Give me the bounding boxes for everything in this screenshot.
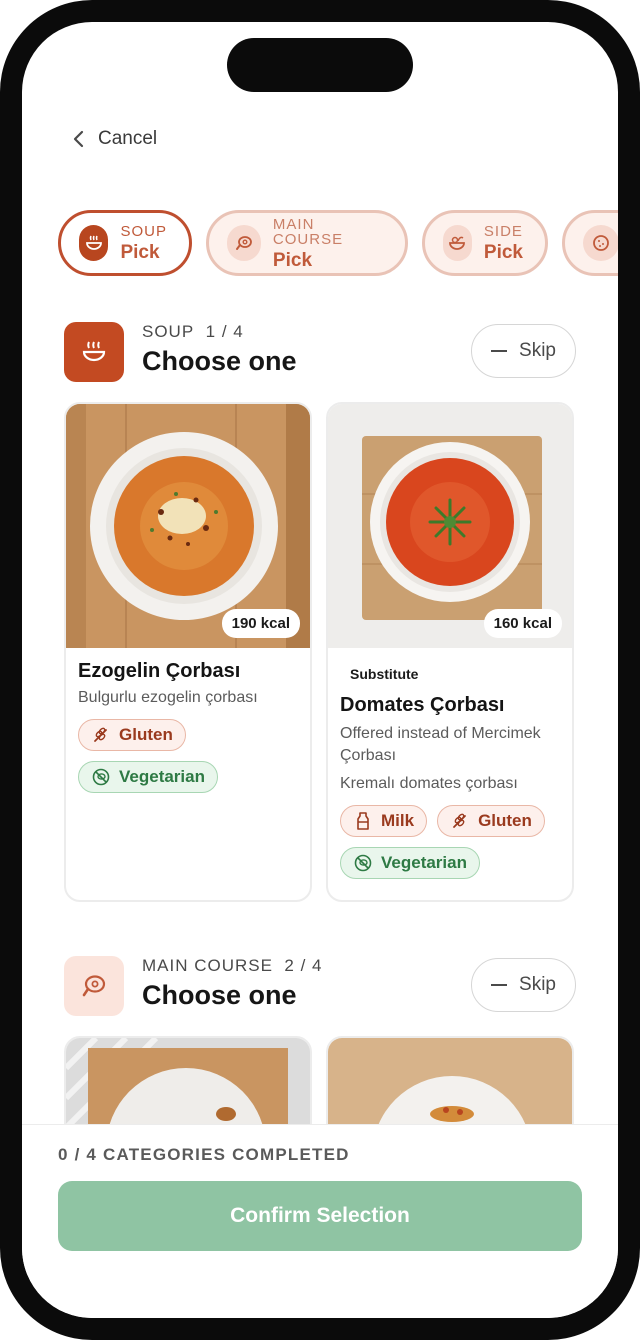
cookie-icon bbox=[583, 225, 618, 261]
allergen-tag: Gluten bbox=[78, 719, 186, 751]
dish-name: Ezogelin Çorbası bbox=[78, 660, 241, 682]
wheat-icon bbox=[453, 813, 466, 828]
section-progress: 2 / 4 bbox=[284, 956, 323, 975]
meat-icon bbox=[227, 225, 261, 261]
category-name: SOUP bbox=[120, 223, 167, 240]
wheat-icon bbox=[94, 727, 107, 742]
skip-label: Skip bbox=[519, 974, 556, 995]
skip-button[interactable]: Skip bbox=[471, 958, 576, 1012]
minus-icon bbox=[491, 350, 508, 352]
dish-description: Bulgurlu ezogelin çorbası bbox=[78, 689, 258, 706]
allergen-tag: Gluten bbox=[437, 805, 545, 837]
tag-label: Vegetarian bbox=[381, 853, 467, 872]
category-tabs: SOUP Pick MAIN COURSE Pick SIDE Pick bbox=[58, 210, 618, 276]
tag-label: Milk bbox=[381, 811, 415, 830]
dish-card[interactable]: 160 kcal Substitute Domates Çorbası Offe… bbox=[326, 402, 574, 902]
category-tab-soup[interactable]: SOUP Pick bbox=[58, 210, 192, 276]
phone-frame: Cancel SOUP Pick MAIN COURSE Pick SIDE P… bbox=[0, 0, 640, 1340]
cancel-button[interactable]: Cancel bbox=[72, 128, 157, 150]
category-value: Pick bbox=[120, 242, 160, 263]
category-value: Pick bbox=[483, 242, 523, 263]
dynamic-island bbox=[227, 38, 413, 92]
soup-bowl-icon bbox=[64, 322, 124, 382]
no-meat-icon bbox=[354, 854, 372, 872]
diet-tag: Vegetarian bbox=[340, 847, 480, 879]
section-category: SOUP bbox=[142, 322, 195, 341]
kcal-badge: 190 kcal bbox=[221, 609, 300, 638]
no-meat-icon bbox=[92, 768, 110, 786]
cancel-label: Cancel bbox=[98, 128, 158, 149]
completion-progress: 0 / 4 CATEGORIES COMPLETED bbox=[58, 1145, 350, 1164]
section-title: Choose one bbox=[142, 346, 297, 376]
substitute-note: Offered instead of Mercimek Çorbası bbox=[340, 725, 541, 764]
dish-photo: 190 kcal bbox=[66, 404, 310, 648]
skip-button[interactable]: Skip bbox=[471, 324, 576, 378]
soup-section-header: SOUP 1 / 4 Choose one Skip bbox=[64, 322, 576, 384]
section-category: MAIN COURSE bbox=[142, 956, 273, 975]
category-tab-side[interactable]: SIDE Pick bbox=[422, 210, 548, 276]
category-name: MAIN COURSE bbox=[272, 215, 344, 248]
section-title: Choose one bbox=[142, 980, 297, 1010]
confirm-selection-button[interactable]: Confirm Selection bbox=[58, 1181, 582, 1251]
main-course-section-header: MAIN COURSE 2 / 4 Choose one Skip bbox=[64, 956, 576, 1018]
diet-tag: Vegetarian bbox=[78, 761, 218, 793]
minus-icon bbox=[491, 984, 508, 986]
section-meta: MAIN COURSE 2 / 4 bbox=[142, 956, 323, 976]
section-meta: SOUP 1 / 4 bbox=[142, 322, 244, 342]
dish-tags: Gluten Vegetarian bbox=[78, 719, 298, 793]
chevron-left-icon bbox=[73, 130, 84, 148]
section-progress: 1 / 4 bbox=[205, 322, 244, 341]
allergen-tag: Milk bbox=[340, 805, 428, 837]
category-tab-main-course[interactable]: MAIN COURSE Pick bbox=[206, 210, 408, 276]
salad-bowl-icon bbox=[443, 225, 472, 261]
dish-name: Domates Çorbası bbox=[340, 694, 505, 716]
dish-photo: 160 kcal bbox=[328, 404, 572, 648]
tag-label: Vegetarian bbox=[119, 767, 205, 786]
tag-label: Gluten bbox=[119, 725, 173, 744]
skip-label: Skip bbox=[519, 340, 556, 361]
category-value: Pick bbox=[272, 249, 313, 271]
soup-bowl-icon bbox=[79, 225, 109, 261]
dish-tags: Milk Gluten Vegetarian bbox=[340, 805, 560, 879]
milk-bottle-icon bbox=[357, 812, 369, 830]
substitute-badge: Substitute bbox=[350, 666, 419, 682]
kcal-badge: 160 kcal bbox=[483, 609, 562, 638]
dish-description: Kremalı domates çorbası bbox=[340, 775, 518, 792]
dish-card[interactable]: 190 kcal Ezogelin Çorbası Bulgurlu ezoge… bbox=[64, 402, 312, 902]
app-screen: Cancel SOUP Pick MAIN COURSE Pick SIDE P… bbox=[22, 22, 618, 1318]
tag-label: Gluten bbox=[478, 811, 532, 830]
meat-icon bbox=[64, 956, 124, 1016]
bottom-bar: 0 / 4 CATEGORIES COMPLETED Confirm Selec… bbox=[22, 1124, 618, 1318]
category-tab-dessert[interactable] bbox=[562, 210, 618, 276]
category-name: SIDE bbox=[483, 223, 523, 240]
